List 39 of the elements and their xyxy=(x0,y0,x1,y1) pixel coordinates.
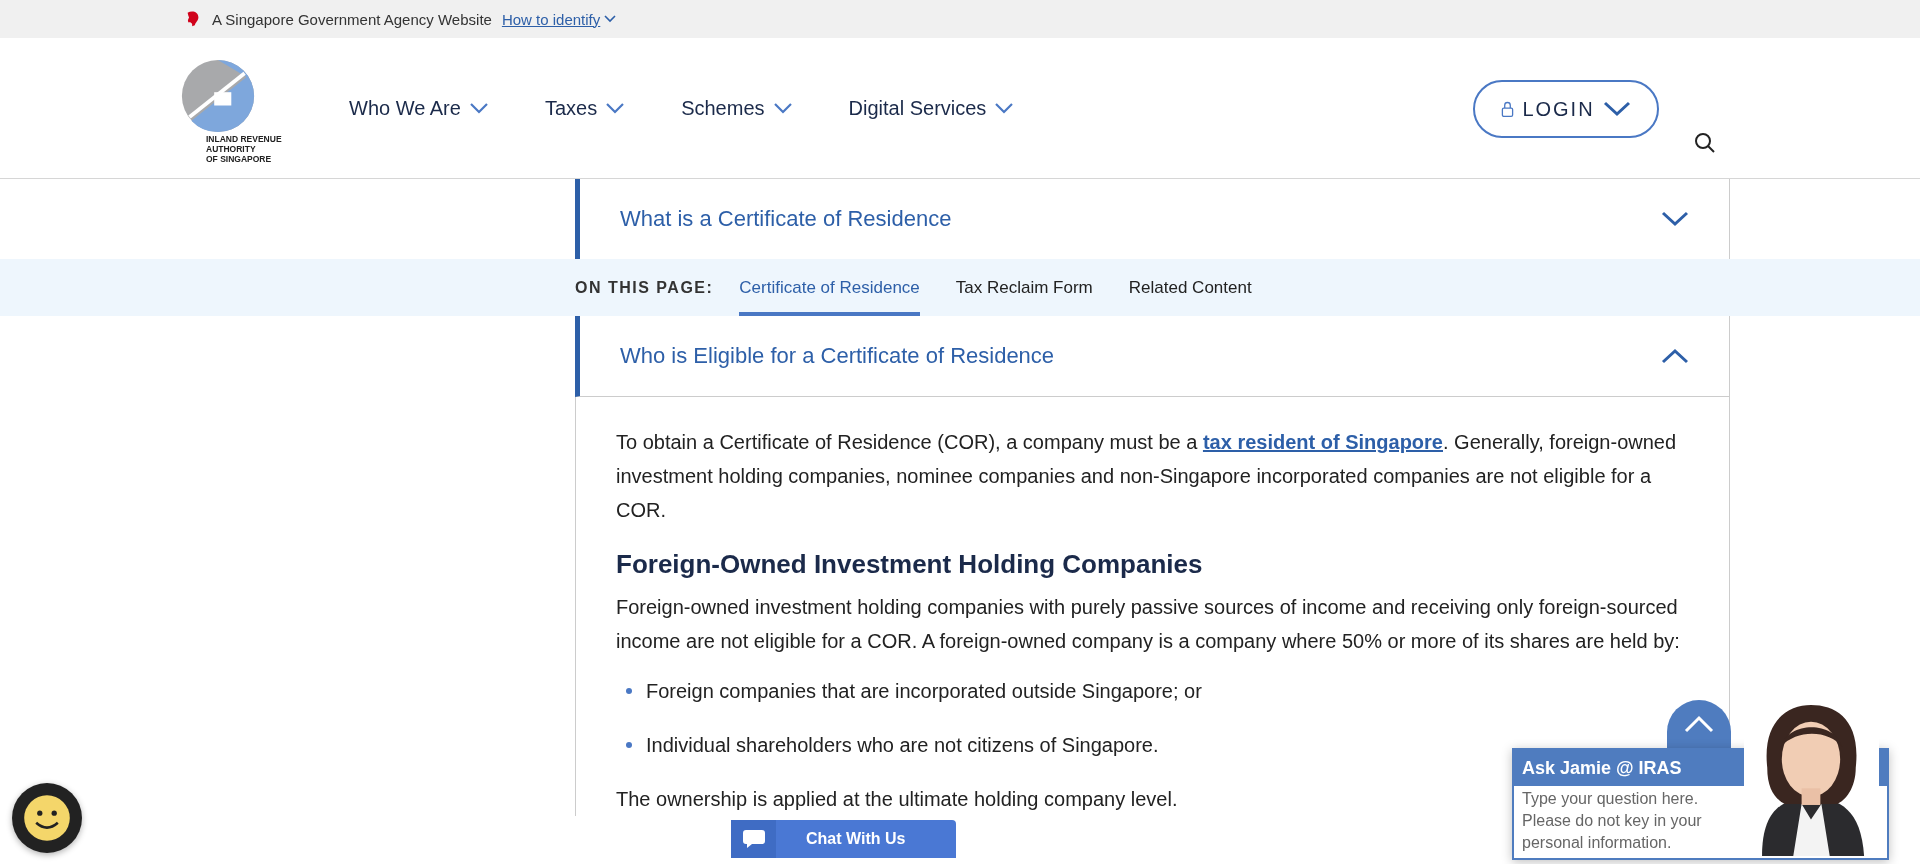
login-button[interactable]: LOGIN xyxy=(1473,80,1659,138)
chevron-down-icon xyxy=(605,102,626,114)
logo-text: OF SINGAPORE xyxy=(206,154,273,164)
page-section-tab[interactable]: Tax Reclaim Form xyxy=(955,259,1093,316)
logo-text: AUTHORITY xyxy=(206,144,257,154)
accordion-header[interactable]: Who is Eligible for a Certificate of Residence xyxy=(575,316,1730,397)
nav-menu-item[interactable]: Taxes xyxy=(544,96,626,120)
bullet-text: Foreign companies that are incorporated outside Singapore; or xyxy=(646,679,1202,704)
lock-icon xyxy=(1501,100,1515,118)
smiley-button[interactable] xyxy=(12,783,82,853)
back-to-top-button[interactable] xyxy=(1667,700,1731,748)
page-section-tab[interactable]: Related Content xyxy=(1128,259,1252,316)
chevron-down-icon xyxy=(1602,101,1631,117)
body-paragraph: The ownership is applied at the ultimate holding company level. xyxy=(616,787,1178,812)
logo-text: INLAND REVENUE xyxy=(206,134,282,144)
accordion-title: What is a Certificate of Residence xyxy=(620,206,952,232)
chevron-down-icon xyxy=(604,15,617,23)
body-paragraph: To obtain a Certificate of Residence (COR), a company must be a tax resident of Singapore. Generally, foreign-owned investment holding companies, nominee companies and non-Singapore incorporated companies are not eligible for a COR. xyxy=(616,430,1678,523)
accordion-title: Who is Eligible for a Certificate of Residence xyxy=(620,343,1055,369)
chevron-down-icon xyxy=(994,102,1015,114)
nav-menu-item[interactable]: Digital Services xyxy=(848,96,1015,120)
bullet-icon xyxy=(626,688,632,694)
nav-menu-item[interactable]: Who We Are xyxy=(349,96,489,120)
how-to-identify-link[interactable]: How to identify xyxy=(501,10,617,28)
nav-menu-item[interactable]: Schemes xyxy=(681,96,793,120)
speech-bubble-icon xyxy=(741,828,766,850)
chevron-down-icon xyxy=(468,102,489,114)
chevron-up-icon xyxy=(1684,715,1714,733)
chat-with-us-button[interactable]: Chat With Us xyxy=(731,820,956,858)
chevron-down-icon xyxy=(772,102,793,114)
tax-resident-link[interactable]: tax resident of Singapore xyxy=(1202,431,1443,453)
bullet-icon xyxy=(626,742,632,748)
on-this-page-label: ON THIS PAGE: xyxy=(575,277,714,298)
accordion-header[interactable]: What is a Certificate of Residence xyxy=(575,179,1730,259)
body-paragraph: Foreign-owned investment holding companies with purely passive sources of income and receiving only foreign-sourced income are not eligible for a COR. A foreign-owned company is a company where 50% or more of its shares are held by: xyxy=(616,595,1681,654)
bullet-text: Individual shareholders who are not citizens of Singapore. xyxy=(646,733,1159,758)
gov-banner-text: A Singapore Government Agency Website xyxy=(212,10,492,28)
section-heading: Foreign-Owned Investment Holding Companies xyxy=(616,549,1204,580)
search-icon[interactable] xyxy=(1694,132,1716,154)
